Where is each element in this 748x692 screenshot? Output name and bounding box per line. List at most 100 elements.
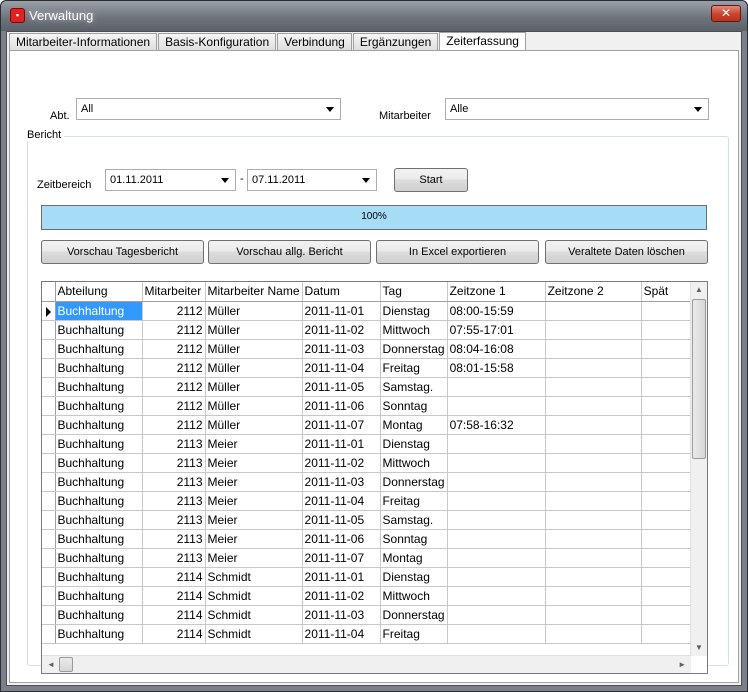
table-row[interactable]: Buchhaltung 2113 Meier 2011-11-07 Montag <box>42 548 696 568</box>
table-cell[interactable]: 2011-11-02 <box>302 453 381 473</box>
date-from-picker[interactable]: 01.11.2011 <box>105 169 236 191</box>
table-cell[interactable]: Freitag <box>380 624 448 644</box>
table-cell[interactable]: Buchhaltung <box>55 605 143 625</box>
table-cell[interactable]: 2011-11-05 <box>302 510 381 530</box>
column-header[interactable]: Spät <box>641 282 696 302</box>
table-cell[interactable]: Buchhaltung <box>55 586 143 606</box>
table-cell[interactable]: Schmidt <box>205 624 303 644</box>
table-cell[interactable] <box>641 624 696 644</box>
table-cell[interactable]: Montag <box>380 415 448 435</box>
table-row[interactable]: Buchhaltung 2114 Schmidt 2011-11-01 Dienstag <box>42 567 696 587</box>
table-cell[interactable] <box>447 453 546 473</box>
table-cell[interactable] <box>447 377 546 397</box>
table-cell[interactable]: 2113 <box>142 548 206 568</box>
table-cell[interactable] <box>641 567 696 587</box>
table-cell[interactable]: 2011-11-02 <box>302 320 381 340</box>
table-cell[interactable] <box>447 434 546 454</box>
table-cell[interactable]: 2112 <box>142 339 206 359</box>
table-cell[interactable]: 2112 <box>142 320 206 340</box>
table-cell[interactable]: Buchhaltung <box>55 377 143 397</box>
table-cell[interactable]: Schmidt <box>205 586 303 606</box>
row-header[interactable] <box>42 567 56 587</box>
table-cell[interactable]: 2112 <box>142 377 206 397</box>
table-cell[interactable]: 2011-11-04 <box>302 491 381 511</box>
table-cell[interactable] <box>447 472 546 492</box>
table-cell[interactable]: Buchhaltung <box>55 472 143 492</box>
table-cell[interactable] <box>545 358 642 378</box>
table-row[interactable]: Buchhaltung 2113 Meier 2011-11-01 Dienstag <box>42 434 696 454</box>
table-cell[interactable]: 2113 <box>142 491 206 511</box>
table-row[interactable]: Buchhaltung 2114 Schmidt 2011-11-03 Donnerst… <box>42 605 696 625</box>
table-cell[interactable]: Meier <box>205 434 303 454</box>
table-row[interactable]: Buchhaltung 2113 Meier 2011-11-06 Sonntag <box>42 529 696 549</box>
row-header[interactable] <box>42 605 56 625</box>
column-header[interactable]: Abteilung <box>55 282 143 302</box>
table-row[interactable]: Buchhaltung 2113 Meier 2011-11-02 Mittwoch <box>42 453 696 473</box>
table-cell[interactable]: 2114 <box>142 605 206 625</box>
scroll-down-icon[interactable]: ▼ <box>695 643 703 653</box>
table-cell[interactable]: Freitag <box>380 491 448 511</box>
table-cell[interactable]: 2113 <box>142 453 206 473</box>
table-cell[interactable] <box>447 491 546 511</box>
table-cell[interactable]: 2112 <box>142 415 206 435</box>
table-cell[interactable]: Müller <box>205 396 303 416</box>
scroll-up-icon[interactable]: ▲ <box>695 285 703 295</box>
table-cell[interactable]: Samstag. <box>380 377 448 397</box>
row-header[interactable] <box>42 301 56 321</box>
excel-export-button[interactable]: In Excel exportieren <box>376 240 539 264</box>
table-cell[interactable]: Müller <box>205 415 303 435</box>
column-header[interactable]: Datum <box>302 282 381 302</box>
row-header[interactable] <box>42 586 56 606</box>
table-cell[interactable]: 08:01-15:58 <box>447 358 546 378</box>
row-header[interactable] <box>42 548 56 568</box>
table-cell[interactable]: Mittwoch <box>380 320 448 340</box>
table-cell[interactable]: 2011-11-01 <box>302 434 381 454</box>
tab-basis-konfiguration[interactable]: Basis-Konfiguration <box>158 33 277 50</box>
table-cell[interactable]: 2011-11-07 <box>302 548 381 568</box>
table-cell[interactable] <box>545 529 642 549</box>
abt-select[interactable]: All <box>76 98 341 120</box>
table-cell[interactable]: Donnerstag <box>380 605 448 625</box>
table-cell[interactable]: Meier <box>205 548 303 568</box>
table-cell[interactable] <box>447 567 546 587</box>
table-cell[interactable]: Sonntag <box>380 529 448 549</box>
table-cell[interactable]: Schmidt <box>205 567 303 587</box>
table-cell[interactable]: Buchhaltung <box>55 434 143 454</box>
table-cell[interactable] <box>545 586 642 606</box>
table-cell[interactable]: 08:04-16:08 <box>447 339 546 359</box>
table-cell[interactable]: 2113 <box>142 529 206 549</box>
table-cell[interactable]: 2113 <box>142 510 206 530</box>
table-cell[interactable]: 07:55-17:01 <box>447 320 546 340</box>
table-cell[interactable] <box>447 605 546 625</box>
row-header[interactable] <box>42 434 56 454</box>
table-cell[interactable] <box>641 434 696 454</box>
table-cell[interactable]: 2011-11-03 <box>302 339 381 359</box>
horizontal-scrollbar[interactable]: ◄ ► <box>42 655 691 673</box>
table-cell[interactable]: Buchhaltung <box>55 624 143 644</box>
table-cell[interactable]: 2011-11-01 <box>302 301 381 321</box>
tab-ergaenzungen[interactable]: Ergänzungen <box>352 33 439 50</box>
title-bar[interactable]: ▪ Verwaltung ✕ <box>1 1 747 31</box>
table-cell[interactable] <box>641 529 696 549</box>
table-cell[interactable]: Buchhaltung <box>55 320 143 340</box>
table-cell[interactable] <box>545 453 642 473</box>
row-header[interactable] <box>42 624 56 644</box>
table-cell[interactable]: 08:00-15:59 <box>447 301 546 321</box>
table-cell[interactable]: 2011-11-04 <box>302 358 381 378</box>
column-header[interactable]: Mitarbeiter <box>142 282 206 302</box>
table-cell[interactable]: 2113 <box>142 472 206 492</box>
table-row[interactable]: Buchhaltung 2112 Müller 2011-11-06 Sonntag <box>42 396 696 416</box>
table-cell[interactable]: Donnerstag <box>380 472 448 492</box>
row-header[interactable] <box>42 453 56 473</box>
table-cell[interactable]: Donnerstag <box>380 339 448 359</box>
table-cell[interactable]: 2011-11-01 <box>302 567 381 587</box>
column-header[interactable]: Mitarbeiter Name <box>205 282 303 302</box>
table-cell[interactable] <box>641 320 696 340</box>
close-button[interactable]: ✕ <box>711 5 741 22</box>
table-cell[interactable] <box>641 339 696 359</box>
table-cell[interactable] <box>447 510 546 530</box>
table-cell[interactable]: 2011-11-07 <box>302 415 381 435</box>
table-cell[interactable]: Buchhaltung <box>55 358 143 378</box>
row-header[interactable] <box>42 491 56 511</box>
start-button[interactable]: Start <box>394 168 468 192</box>
